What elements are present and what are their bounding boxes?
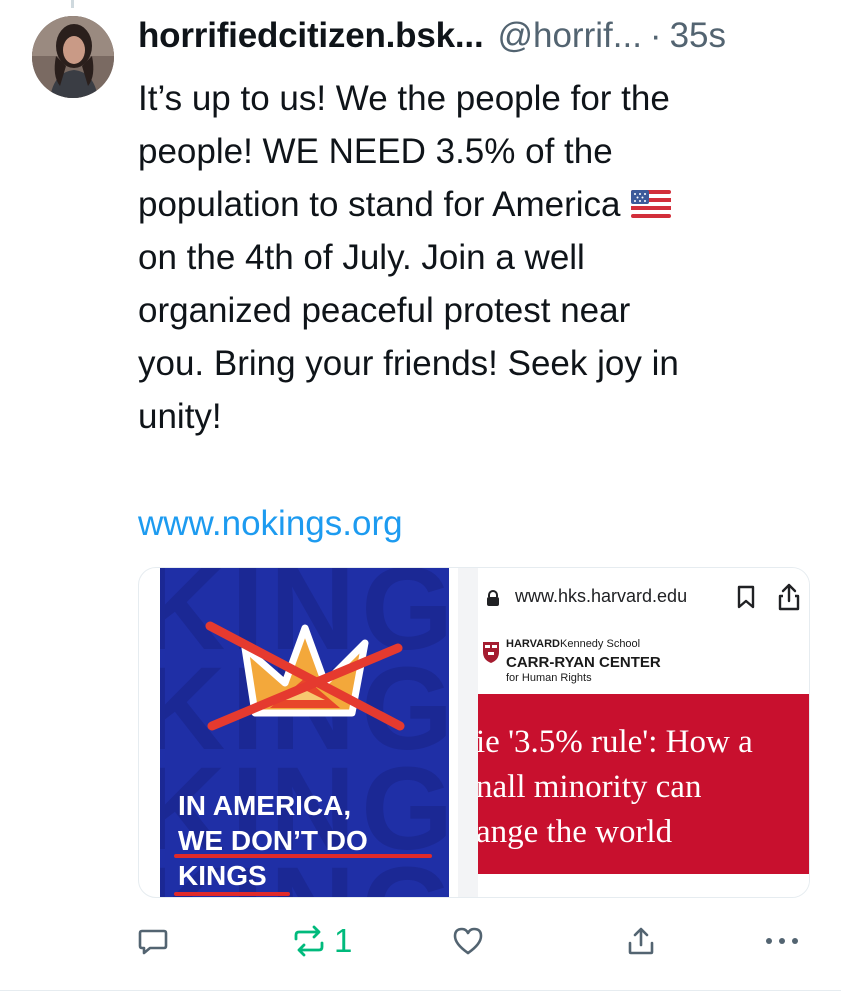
post-text-line: you. Bring your friends! Seek joy in (138, 344, 679, 383)
handle[interactable]: @horrif... (497, 16, 641, 56)
avatar[interactable] (32, 16, 114, 98)
more-icon (766, 938, 798, 944)
headline-line: ange the world (478, 814, 673, 850)
action-bar: 1 (0, 916, 841, 966)
repost-count: 1 (334, 922, 353, 959)
harvard-screenshot-image[interactable]: www.hks.harvard.edu HARVARDKennedy Schoo… (478, 568, 809, 897)
headline-line: ie '3.5% rule': How a (478, 724, 753, 760)
no-kings-poster-image[interactable]: KINGS NO KINGS NO KINGS NO KINGS NO IN A… (160, 568, 449, 897)
post-bottom-border (0, 990, 841, 991)
headline-banner: ie '3.5% rule': How a nall minority can … (478, 694, 809, 874)
hks-school-name: HARVARDKennedy School (506, 638, 640, 650)
display-name[interactable]: horrifiedcitizen.bsk... (138, 16, 484, 56)
post-text-line: on the 4th of July. Join a well (138, 238, 585, 277)
post-text-line: organized peaceful protest near (138, 291, 631, 330)
repost-button[interactable]: 1 (292, 916, 352, 966)
poster-caption-line: IN AMERICA, (178, 790, 352, 821)
hks-school-sub: Kennedy School (560, 638, 641, 650)
post-text-line: unity! (138, 397, 222, 436)
post-text-line: population to stand for America (138, 178, 808, 231)
timestamp[interactable]: 35s (670, 16, 726, 56)
bookmark-icon (737, 585, 755, 609)
caption-underline (174, 854, 432, 858)
headline-line: nall minority can (478, 769, 702, 805)
lock-icon (487, 590, 499, 606)
heart-icon (453, 927, 483, 955)
hks-school: HARVARD (506, 638, 560, 650)
post-text-line-content: population to stand for America (138, 185, 621, 224)
reply-icon (138, 929, 168, 955)
post-link[interactable]: www.nokings.org (138, 497, 403, 550)
more-button[interactable] (764, 916, 800, 966)
media-divider (458, 568, 478, 897)
repost-icon (294, 925, 324, 957)
caption-underline (174, 892, 290, 896)
poster-caption-line: WE DON’T DO (178, 825, 368, 856)
reply-button[interactable] (137, 916, 169, 966)
us-flag-emoji-icon (630, 190, 671, 218)
media-gallery: KINGS NO KINGS NO KINGS NO KINGS NO IN A… (138, 567, 810, 898)
browser-share-icon (778, 583, 800, 611)
share-icon (628, 927, 654, 955)
harvard-shield-icon (483, 642, 499, 663)
separator: · (649, 16, 662, 55)
poster-caption-line: KINGS (178, 860, 267, 891)
post-text: It’s up to us! We the people for the peo… (138, 72, 808, 443)
like-button[interactable] (452, 916, 484, 966)
avatar-image (32, 16, 114, 98)
post-text-line: It’s up to us! We the people for the (138, 79, 670, 118)
crossed-crown-icon (205, 621, 405, 731)
hks-center-sub: for Human Rights (506, 672, 592, 684)
thread-line (71, 0, 74, 8)
post-header: horrifiedcitizen.bsk... @horrif... · 35s (138, 16, 818, 62)
browser-url: www.hks.harvard.edu (515, 586, 688, 606)
post-text-line: people! WE NEED 3.5% of the (138, 132, 613, 171)
hks-center-name: CARR-RYAN CENTER (506, 654, 661, 671)
share-button[interactable] (626, 916, 656, 966)
